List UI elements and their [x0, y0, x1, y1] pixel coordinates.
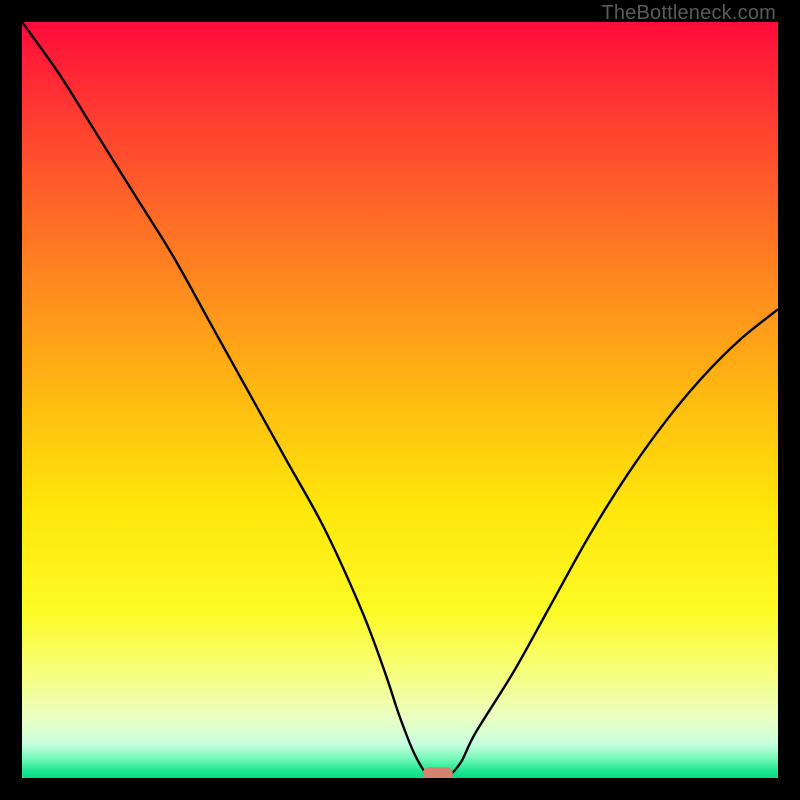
bottleneck-chart — [22, 22, 778, 778]
optimal-point-marker — [423, 767, 453, 778]
chart-frame — [22, 22, 778, 778]
chart-background-gradient — [22, 22, 778, 778]
